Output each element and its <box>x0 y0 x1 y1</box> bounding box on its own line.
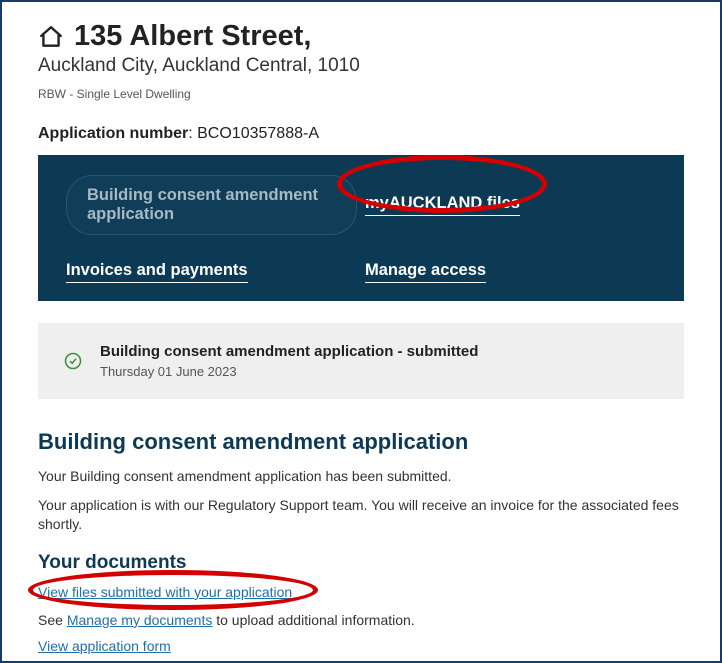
section-p1: Your Building consent amendment applicat… <box>38 467 684 486</box>
nav-invoices-payments[interactable]: Invoices and payments <box>66 261 248 283</box>
page-title-street: 135 Albert Street, <box>74 20 311 53</box>
nav-cell-3: Invoices and payments <box>66 261 357 283</box>
link-view-application-form[interactable]: View application form <box>38 638 171 654</box>
nav-cell-4: Manage access <box>365 261 656 283</box>
nav-myauckland-files[interactable]: myAUCKLAND files <box>365 194 520 216</box>
see-prefix: See <box>38 612 67 628</box>
status-title: Building consent amendment application -… <box>100 343 478 360</box>
title-row: 135 Albert Street, <box>38 20 684 53</box>
nav-building-consent-amendment[interactable]: Building consent amendment application <box>66 175 357 235</box>
link-row-manage: See Manage my documents to upload additi… <box>38 612 684 628</box>
status-date: Thursday 01 June 2023 <box>100 364 478 379</box>
house-icon <box>38 24 64 50</box>
nav-cell-1: Building consent amendment application <box>66 175 357 235</box>
section-p2: Your application is with our Regulatory … <box>38 496 684 534</box>
status-text-block: Building consent amendment application -… <box>100 343 478 379</box>
application-number-value: BCO10357888-A <box>197 125 319 142</box>
application-number-row: Application number: BCO10357888-A <box>38 125 684 143</box>
application-number-colon: : <box>188 125 197 142</box>
page-title-locality: Auckland City, Auckland Central, 1010 <box>38 55 684 77</box>
see-suffix: to upload additional information. <box>212 612 414 628</box>
link-row-view-files: View files submitted with your applicati… <box>38 584 684 602</box>
application-number-label: Application number <box>38 125 188 142</box>
link-row-view-form: View application form <box>38 638 684 656</box>
documents-heading: Your documents <box>38 552 684 574</box>
nav-cell-2: myAUCKLAND files <box>365 175 656 235</box>
status-bar: Building consent amendment application -… <box>38 323 684 399</box>
nav-manage-access[interactable]: Manage access <box>365 261 486 283</box>
section-heading: Building consent amendment application <box>38 429 684 455</box>
link-view-files-submitted[interactable]: View files submitted with your applicati… <box>38 584 292 600</box>
building-subtype: RBW - Single Level Dwelling <box>38 87 684 101</box>
check-circle-icon <box>64 352 82 370</box>
nav-panel: Building consent amendment application m… <box>38 155 684 301</box>
link-manage-my-documents[interactable]: Manage my documents <box>67 612 213 628</box>
